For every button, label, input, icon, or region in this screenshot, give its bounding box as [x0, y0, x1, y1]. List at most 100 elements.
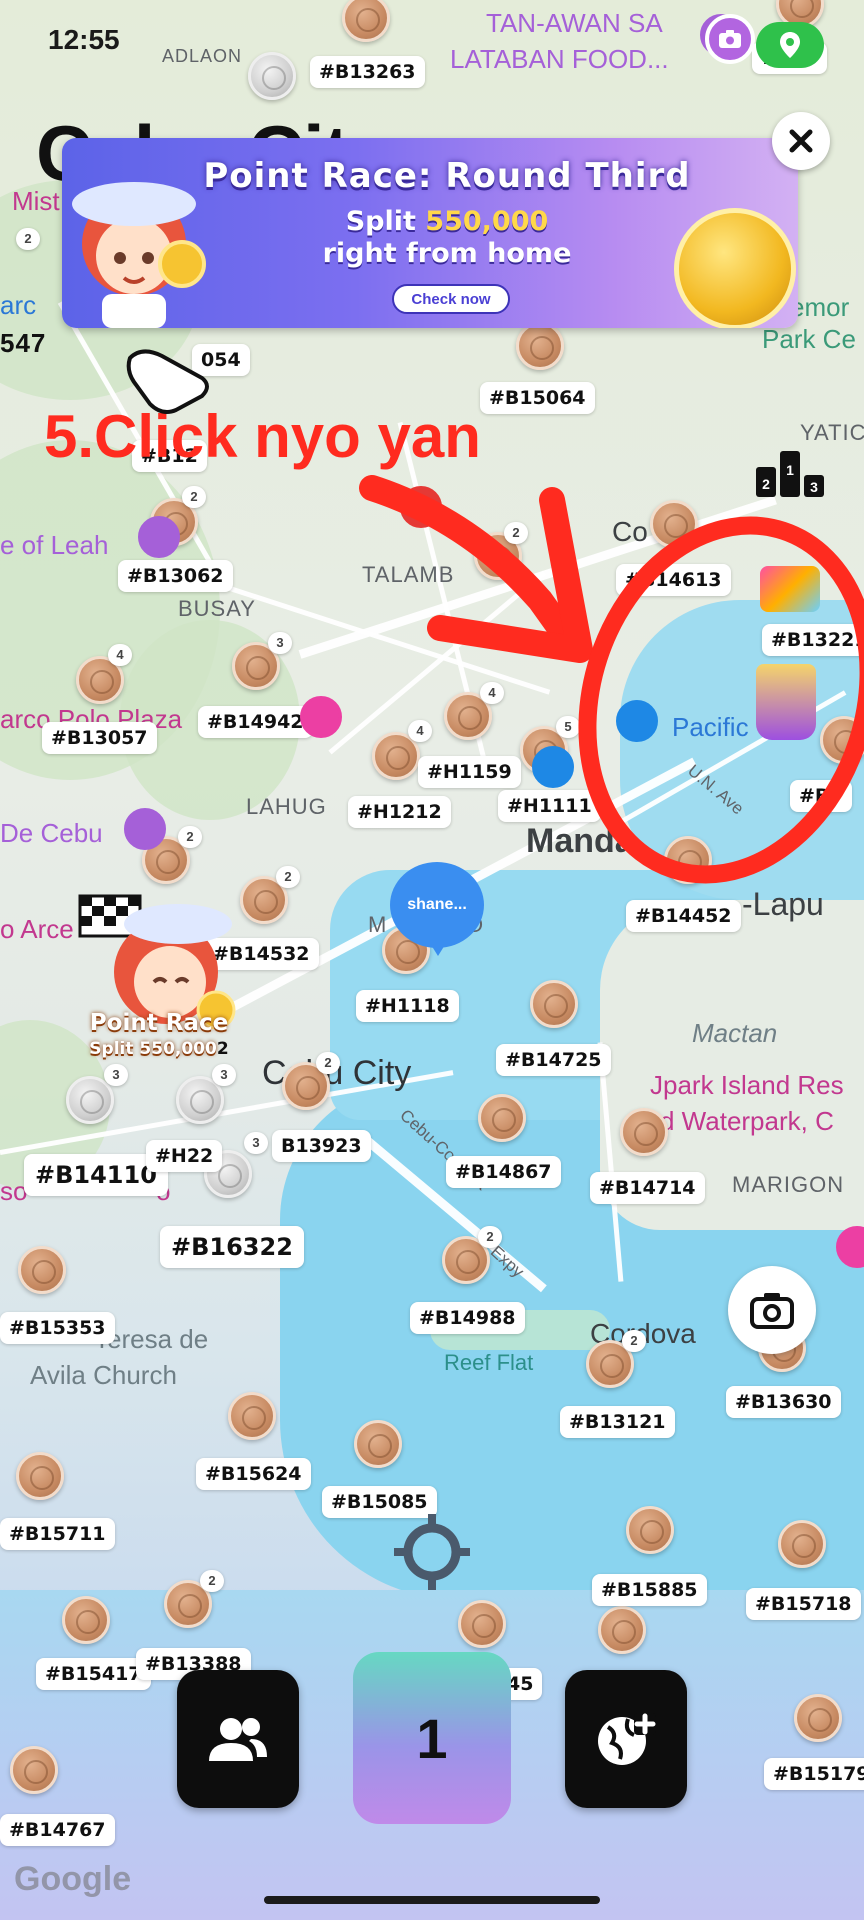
coin-marker[interactable]	[478, 1094, 526, 1142]
camera-icon[interactable]	[705, 14, 755, 64]
banner-amount: 550,000	[425, 206, 549, 237]
globe-add-button[interactable]	[565, 1670, 687, 1808]
code-tag[interactable]: #H1159	[418, 756, 521, 788]
code-tag[interactable]: #B14613	[616, 564, 731, 596]
close-icon[interactable]	[772, 112, 830, 170]
point-race-sub: Split 550,0002	[64, 1036, 254, 1062]
code-tag[interactable]: #B7	[790, 780, 852, 812]
poi-marker-icon[interactable]	[400, 486, 442, 528]
code-tag[interactable]: #H1212	[348, 796, 451, 828]
code-tag[interactable]: #B13121	[560, 1406, 675, 1438]
dock-center-button[interactable]: 1	[353, 1652, 511, 1824]
place-label: -Lapu	[742, 886, 824, 922]
coin-marker[interactable]	[626, 1506, 674, 1554]
poi-marker-icon[interactable]	[532, 746, 574, 788]
place-label: Manda	[526, 822, 634, 860]
coin-marker[interactable]	[794, 1694, 842, 1742]
code-tag[interactable]: #B15711	[0, 1518, 115, 1550]
count-badge: 2	[276, 866, 300, 888]
point-race-sub-text: Split 550,000	[89, 1039, 217, 1059]
coin-marker[interactable]	[778, 1520, 826, 1568]
code-tag[interactable]: #B13263	[310, 56, 425, 88]
friends-button[interactable]	[177, 1670, 299, 1808]
count-badge: 2	[478, 1226, 502, 1248]
coin-marker[interactable]	[530, 980, 578, 1028]
code-tag[interactable]: #B13057	[42, 722, 157, 754]
place-label: o Arce	[0, 914, 74, 944]
coin-marker[interactable]	[354, 1420, 402, 1468]
svg-text:2: 2	[762, 476, 770, 492]
code-tag[interactable]: #B13221	[762, 624, 864, 656]
coin-marker[interactable]	[820, 716, 864, 764]
location-pin-icon[interactable]	[756, 22, 824, 68]
poi-marker-icon[interactable]	[138, 516, 180, 558]
place-label: BUSAY	[178, 596, 256, 621]
count-badge: 2	[178, 826, 202, 848]
bingo-coin-illustration	[674, 208, 796, 328]
coin-marker[interactable]	[228, 1392, 276, 1440]
count-badge: 4	[480, 682, 504, 704]
code-tag[interactable]: #H22	[146, 1140, 223, 1172]
code-tag[interactable]: #B15353	[0, 1312, 115, 1344]
code-tag[interactable]: #B14714	[590, 1172, 705, 1204]
coin-marker[interactable]	[664, 836, 712, 884]
place-label: ADLAON	[162, 46, 243, 66]
drink-cup-icon[interactable]	[756, 664, 816, 740]
code-tag[interactable]: B13923	[272, 1130, 371, 1162]
place-label: d Waterpark, C	[660, 1106, 834, 1136]
banner-line1-prefix: Split	[345, 206, 426, 237]
coin-marker[interactable]	[18, 1246, 66, 1294]
code-tag[interactable]: #B16322	[160, 1226, 304, 1268]
annotation-text: 5.Click nyo yan	[44, 403, 481, 470]
ranking-icon[interactable]: 2 1 3	[754, 445, 826, 501]
status-time: 12:55	[48, 24, 120, 55]
place-label: Park Ce	[762, 324, 856, 354]
crosshair-icon[interactable]	[392, 1512, 472, 1592]
coin-marker[interactable]	[248, 52, 296, 100]
place-label: Pacific	[672, 712, 749, 742]
check-now-button[interactable]: Check now	[392, 284, 510, 314]
coin-marker[interactable]	[458, 1600, 506, 1648]
code-tag[interactable]: #B14988	[410, 1302, 525, 1334]
code-tag[interactable]: #H1118	[356, 990, 459, 1022]
code-tag[interactable]: #B15718	[746, 1588, 861, 1620]
code-tag[interactable]: #B15179	[764, 1758, 864, 1790]
code-tag[interactable]: #B14452	[626, 900, 741, 932]
point-race-suffix: 2	[216, 1039, 229, 1059]
code-tag[interactable]: #B14767	[0, 1814, 115, 1846]
camera-button[interactable]	[728, 1266, 816, 1354]
poi-marker-icon[interactable]	[300, 696, 342, 738]
coin-marker[interactable]	[62, 1596, 110, 1644]
svg-text:1: 1	[786, 462, 794, 478]
coin-marker[interactable]	[10, 1746, 58, 1794]
coin-marker[interactable]	[16, 1452, 64, 1500]
poi-marker-icon[interactable]	[124, 808, 166, 850]
code-tag[interactable]: #B15064	[480, 382, 595, 414]
coin-marker[interactable]	[650, 500, 698, 548]
code-tag[interactable]: #B15885	[592, 1574, 707, 1606]
code-tag[interactable]: #B15624	[196, 1458, 311, 1490]
promo-banner[interactable]: Point Race: Round Third Split 550,000 ri…	[62, 138, 798, 328]
point-race-label[interactable]: Point Race Split 550,0002	[64, 1010, 254, 1062]
coin-marker[interactable]	[598, 1606, 646, 1654]
svg-text:3: 3	[810, 479, 818, 495]
user-avatar-bubble[interactable]: shane...	[390, 862, 484, 956]
camera-icon	[750, 1293, 794, 1329]
place-label: emor	[790, 292, 850, 322]
count-badge: 4	[408, 720, 432, 742]
code-tag[interactable]: #B13062	[118, 560, 233, 592]
code-tag[interactable]: #H1111	[498, 790, 601, 822]
coin-marker[interactable]	[342, 0, 390, 42]
coin-marker[interactable]	[620, 1108, 668, 1156]
coin-marker[interactable]	[516, 322, 564, 370]
code-tag[interactable]: #B14942	[198, 706, 313, 738]
code-tag[interactable]: #B14867	[446, 1156, 561, 1188]
code-tag[interactable]: #B15417	[36, 1658, 151, 1690]
place-label: arc	[0, 290, 37, 320]
gift-icon[interactable]	[760, 566, 820, 612]
place-label: e of Leah	[0, 530, 109, 560]
code-tag[interactable]: #B14725	[496, 1044, 611, 1076]
code-tag[interactable]: #B13630	[726, 1386, 841, 1418]
shopping-poi-icon[interactable]	[616, 700, 658, 742]
home-indicator[interactable]	[264, 1896, 600, 1904]
